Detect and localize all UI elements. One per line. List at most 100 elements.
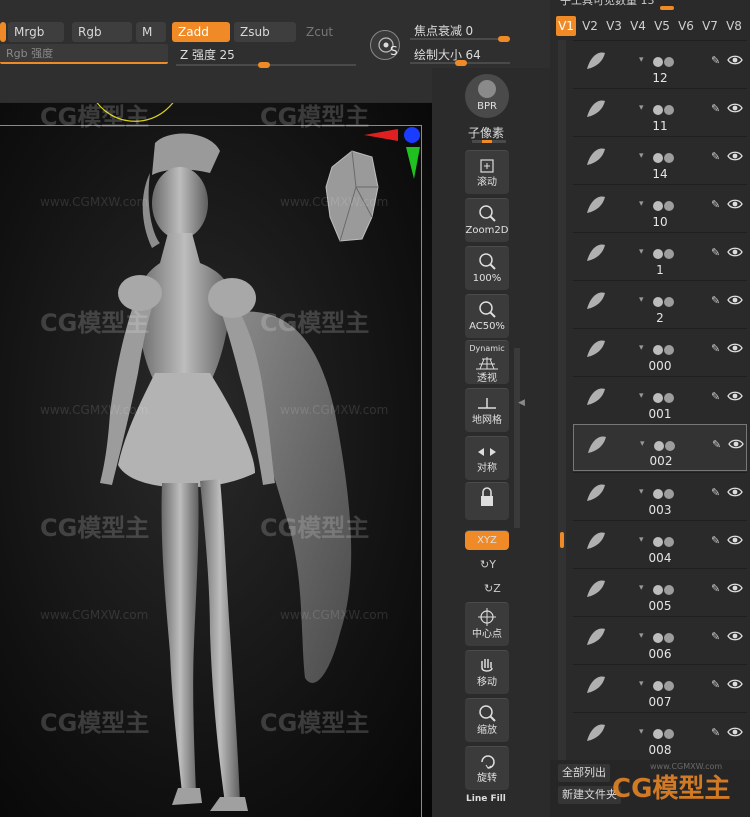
eye-icon[interactable]	[727, 725, 743, 742]
visibility-tab-v6[interactable]: V6	[676, 16, 696, 36]
solo-toggle-icon[interactable]	[664, 249, 674, 259]
subtool-row[interactable]: ▾ ✎ 1	[573, 232, 747, 279]
solo-toggle-icon[interactable]	[665, 441, 675, 451]
rgb-button[interactable]: Rgb	[72, 22, 132, 42]
visibility-tab-v7[interactable]: V7	[700, 16, 720, 36]
brush-icon[interactable]: ✎	[711, 534, 720, 547]
brush-icon[interactable]: ✎	[711, 726, 720, 739]
solo-toggle-icon[interactable]	[664, 393, 674, 403]
solo-toggle-icon[interactable]	[664, 729, 674, 739]
visibility-tab-v1[interactable]: V1	[556, 16, 576, 36]
expand-icon[interactable]: ▾	[639, 295, 644, 305]
polyframe-toggle-icon[interactable]	[653, 489, 663, 499]
solo-toggle-icon[interactable]	[664, 201, 674, 211]
solo-toggle-icon[interactable]	[664, 537, 674, 547]
polyframe-toggle-icon[interactable]	[653, 633, 663, 643]
visibility-tab-v8[interactable]: V8	[724, 16, 744, 36]
floor-grid-button[interactable]: 地网格	[465, 388, 509, 432]
subtool-scrollbar[interactable]	[558, 40, 566, 760]
z-rotate-button[interactable]: ↻Z	[484, 582, 501, 595]
scroll-button[interactable]: 滚动	[465, 150, 509, 194]
expand-icon[interactable]: ▾	[639, 631, 644, 641]
z-intensity-slider[interactable]: Z 强度 25	[180, 46, 235, 63]
solo-toggle-icon[interactable]	[664, 489, 674, 499]
polyframe-toggle-icon[interactable]	[654, 441, 664, 451]
subtool-row[interactable]: ▾ ✎ 2	[573, 280, 747, 327]
expand-icon[interactable]: ▾	[639, 55, 644, 65]
visible-count-knob[interactable]	[660, 6, 674, 10]
zoom2d-button[interactable]: Zoom2D	[465, 198, 509, 242]
polyframe-toggle-icon[interactable]	[653, 681, 663, 691]
viewport-canvas[interactable]: CG模型主 CG模型主 www.CGMXW.com www.CGMXW.com …	[0, 103, 432, 817]
visibility-tab-v3[interactable]: V3	[604, 16, 624, 36]
eye-icon[interactable]	[727, 197, 743, 214]
brush-icon[interactable]: ✎	[711, 630, 720, 643]
solo-toggle-icon[interactable]	[664, 681, 674, 691]
subpixel-slider[interactable]	[472, 140, 506, 143]
z-intensity-knob[interactable]	[258, 62, 270, 68]
eye-icon[interactable]	[727, 485, 743, 502]
brush-icon[interactable]: ✎	[711, 54, 720, 67]
subtool-row[interactable]: ▾ ✎ 000	[573, 328, 747, 375]
polyframe-toggle-icon[interactable]	[653, 153, 663, 163]
polyframe-toggle-icon[interactable]	[653, 729, 663, 739]
subtool-row[interactable]: ▾ ✎ 006	[573, 616, 747, 663]
polyframe-toggle-icon[interactable]	[653, 105, 663, 115]
eye-icon[interactable]	[727, 533, 743, 550]
solo-toggle-icon[interactable]	[664, 345, 674, 355]
visibility-tab-v2[interactable]: V2	[580, 16, 600, 36]
brush-icon[interactable]: ✎	[711, 390, 720, 403]
visibility-tab-v5[interactable]: V5	[652, 16, 672, 36]
eye-icon[interactable]	[727, 149, 743, 166]
lock-button[interactable]	[465, 482, 509, 520]
polyframe-toggle-icon[interactable]	[653, 57, 663, 67]
eye-icon[interactable]	[727, 341, 743, 358]
collapse-arrow-icon[interactable]: ◀	[518, 398, 525, 408]
subtool-row[interactable]: ▾ ✎ 11	[573, 88, 747, 135]
subtool-scroll-thumb[interactable]	[560, 532, 564, 548]
brush-icon[interactable]: ✎	[711, 102, 720, 115]
brush-icon[interactable]: ✎	[711, 246, 720, 259]
eye-icon[interactable]	[727, 389, 743, 406]
subtool-row[interactable]: ▾ ✎ 004	[573, 520, 747, 567]
polyframe-toggle-icon[interactable]	[653, 537, 663, 547]
eye-icon[interactable]	[727, 629, 743, 646]
expand-icon[interactable]: ▾	[639, 199, 644, 209]
subtool-row[interactable]: ▾ ✎ 001	[573, 376, 747, 423]
polyframe-toggle-icon[interactable]	[653, 585, 663, 595]
brush-icon[interactable]: ✎	[711, 582, 720, 595]
subtool-row[interactable]: ▾ ✎ 003	[573, 472, 747, 519]
expand-icon[interactable]: ▾	[639, 535, 644, 545]
solo-toggle-icon[interactable]	[664, 585, 674, 595]
expand-icon[interactable]: ▾	[639, 151, 644, 161]
ac50-button[interactable]: AC50%	[465, 294, 509, 338]
polyframe-toggle-icon[interactable]	[653, 201, 663, 211]
visibility-tab-v4[interactable]: V4	[628, 16, 648, 36]
expand-icon[interactable]: ▾	[639, 343, 644, 353]
polyframe-toggle-icon[interactable]	[653, 297, 663, 307]
toolbar-scroll-strip[interactable]	[514, 348, 520, 528]
brush-icon[interactable]: ✎	[711, 198, 720, 211]
eye-icon[interactable]	[727, 677, 743, 694]
subpixel-label[interactable]: 子像素	[468, 124, 504, 141]
polyframe-toggle-icon[interactable]	[653, 345, 663, 355]
subtool-row[interactable]: ▾ ✎ 14	[573, 136, 747, 183]
zcut-button[interactable]: Zcut	[300, 22, 350, 42]
solo-toggle-icon[interactable]	[664, 297, 674, 307]
rgb-intensity-slider[interactable]: Rgb 强度	[0, 44, 168, 64]
brush-icon[interactable]: ✎	[712, 438, 721, 451]
zadd-button[interactable]: Zadd	[172, 22, 230, 42]
list-all-button[interactable]: 全部列出	[558, 764, 610, 782]
subtool-row[interactable]: ▾ ✎ 005	[573, 568, 747, 615]
perspective-button[interactable]: Dynamic 透视	[465, 340, 509, 384]
focal-shift-knob[interactable]	[498, 36, 510, 42]
mrgb-button[interactable]: Mrgb	[8, 22, 64, 42]
center-point-button[interactable]: 中心点	[465, 602, 509, 646]
expand-icon[interactable]: ▾	[639, 391, 644, 401]
y-rotate-button[interactable]: ↻Y	[480, 558, 496, 571]
brush-icon[interactable]: ✎	[711, 678, 720, 691]
subtool-row[interactable]: ▾ ✎ 002	[573, 424, 747, 471]
solo-toggle-icon[interactable]	[664, 153, 674, 163]
actual-size-button[interactable]: 100%	[465, 246, 509, 290]
eye-icon[interactable]	[727, 53, 743, 70]
